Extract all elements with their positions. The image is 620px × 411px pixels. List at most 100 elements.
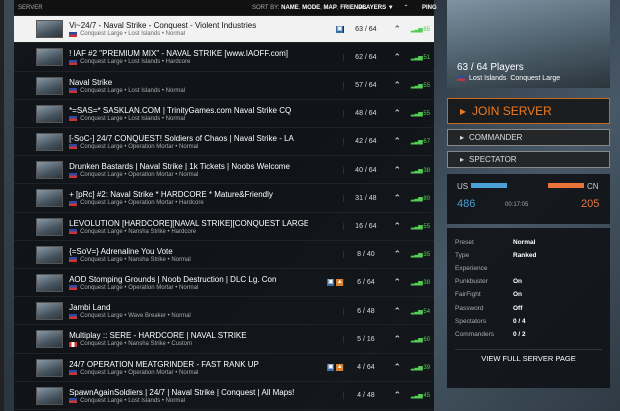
country-flag-icon bbox=[69, 59, 78, 65]
country-flag-icon bbox=[69, 116, 78, 122]
server-list: SERVER SORT BY: NAME, MODE, MAP, FRIENDS… bbox=[0, 0, 437, 411]
server-text: Naval Strike Conquest Large • Lost Islan… bbox=[63, 78, 308, 94]
server-row[interactable]: 24/7 OPERATION MEATGRINDER - FAST RANK U… bbox=[14, 354, 434, 382]
server-name: Jambi Land bbox=[69, 303, 111, 313]
signal-bars-icon: ▂▃▅ bbox=[410, 308, 423, 315]
server-name: *=SAS=* SASKLAN.COM | TrinityGames.com N… bbox=[69, 105, 292, 115]
join-server-label: JOIN SERVER bbox=[472, 104, 552, 118]
ping-column-header[interactable]: PING bbox=[416, 5, 437, 11]
server-name: Multiplay :: SERE - HARDCORE | NAVAL STR… bbox=[69, 331, 247, 341]
server-details: Conquest Large • Lost Islands • Normal bbox=[80, 115, 185, 122]
server-name: Naval Strike bbox=[69, 77, 113, 87]
signal-bars-icon: ▂▃▅ bbox=[410, 111, 423, 118]
ping: ▂▃▅ 35 bbox=[407, 251, 434, 258]
server-details: Conquest Large • Lost Islands • Normal bbox=[80, 397, 185, 404]
server-subtitle: Conquest Large • Lost Islands • Normal bbox=[69, 31, 308, 37]
server-row[interactable]: [-SoC-] 24/7 CONQUEST! Soldiers of Chaos… bbox=[14, 129, 434, 157]
join-server-button[interactable]: ▸ JOIN SERVER bbox=[447, 98, 610, 124]
country-flag-icon bbox=[69, 229, 78, 235]
team1-ticket-bar bbox=[471, 183, 507, 188]
player-count: 42 / 64 bbox=[343, 138, 387, 146]
team2-label: CN bbox=[587, 182, 599, 191]
scrollbar[interactable] bbox=[0, 0, 4, 411]
info-key: FairFight bbox=[455, 291, 481, 299]
players-column-header[interactable]: PLAYERS ▼ bbox=[356, 5, 396, 11]
player-count: 40 / 64 bbox=[343, 166, 387, 174]
server-row[interactable]: + [pRc] #2: Naval Strike * HARDCORE * Ma… bbox=[14, 185, 434, 213]
info-key: Preset bbox=[455, 239, 474, 247]
ping: ▂▃▅ 39 bbox=[407, 364, 434, 371]
sort-controls: SORT BY: NAME, MODE, MAP, FRIENDS bbox=[252, 4, 367, 11]
country-flag-icon bbox=[69, 144, 78, 150]
spectator-button[interactable]: ▸ SPECTATOR bbox=[447, 151, 610, 168]
player-count: 6 / 48 bbox=[343, 307, 387, 315]
server-details: Conquest Large • Lost Islands • Hardcore bbox=[80, 59, 191, 66]
signal-bars-icon: ▂▃▅ bbox=[410, 54, 423, 61]
player-count: 62 / 64 bbox=[343, 53, 387, 61]
server-name: Vi~24/7 - Naval Strike - Conquest - Viol… bbox=[69, 21, 257, 31]
info-row: Punkbuster On bbox=[455, 275, 602, 288]
server-name: Drunken Bastards | Naval Strike | 1k Tic… bbox=[69, 162, 290, 172]
server-setting-icon: ▣ bbox=[336, 25, 344, 33]
map-thumbnail bbox=[36, 273, 64, 292]
map-thumbnail bbox=[36, 302, 64, 321]
ping-value: 39 bbox=[423, 365, 431, 372]
server-subtitle: Conquest Large • Operation Mortar • Norm… bbox=[69, 370, 308, 376]
server-row[interactable]: Drunken Bastards | Naval Strike | 1k Tic… bbox=[14, 157, 434, 185]
server-row[interactable]: ! IAF #2 "PREMIUM MIX" - NAVAL STRIKE [w… bbox=[14, 44, 434, 72]
server-row[interactable]: Naval Strike Conquest Large • Lost Islan… bbox=[14, 72, 434, 100]
rank-chevron-icon: ⌃ bbox=[393, 390, 401, 401]
server-details: Conquest Large • Nansha Strike • Normal bbox=[80, 256, 191, 263]
commander-button[interactable]: ▸ COMMANDER bbox=[447, 129, 610, 146]
server-name: [-SoC-] 24/7 CONQUEST! Soldiers of Chaos… bbox=[69, 133, 294, 143]
server-subtitle: Conquest Large • Lost Islands • Hardcore bbox=[69, 59, 308, 65]
server-details: Conquest Large • Operation Mortar • Norm… bbox=[80, 172, 199, 179]
sort-mode[interactable]: MODE bbox=[302, 5, 320, 11]
server-row[interactable]: Multiplay :: SERE - HARDCORE | NAVAL STR… bbox=[14, 326, 434, 354]
server-details: Conquest Large • Operation Mortar • Norm… bbox=[80, 369, 199, 376]
map-thumbnail bbox=[36, 132, 64, 151]
server-subtitle: Conquest Large • Lost Islands • Normal bbox=[69, 88, 308, 94]
play-icon: ▸ bbox=[460, 104, 467, 118]
list-header: SERVER SORT BY: NAME, MODE, MAP, FRIENDS… bbox=[14, 0, 437, 16]
server-row[interactable]: LEVOLUTION [HARDCORE][NAVAL STRIKE][CONQ… bbox=[14, 213, 434, 241]
server-name: ! IAF #2 "PREMIUM MIX" - NAVAL STRIKE [w… bbox=[69, 49, 288, 59]
server-subtitle: Conquest Large • Operation Mortar • Norm… bbox=[69, 172, 308, 178]
server-row[interactable]: AOD Stomping Grounds | Noob Destruction … bbox=[14, 270, 434, 298]
ping: ▂▃▅ 55 bbox=[407, 82, 434, 89]
server-subtitle: Conquest Large • Operation Mortar • Norm… bbox=[69, 144, 308, 150]
server-row[interactable]: Vi~24/7 - Naval Strike - Conquest - Viol… bbox=[14, 16, 434, 44]
info-value: On bbox=[513, 278, 523, 286]
sort-map[interactable]: MAP bbox=[324, 5, 337, 11]
rank-column-icon[interactable]: ⌃ bbox=[396, 4, 416, 11]
server-row[interactable]: {=SoV=} Adrenaline You Vote Conquest Lar… bbox=[14, 242, 434, 269]
ping-value: 60 bbox=[423, 336, 431, 343]
signal-bars-icon: ▂▃▅ bbox=[410, 280, 423, 287]
team2-score: 205 bbox=[581, 198, 600, 210]
round-clock: 00:17:05 bbox=[505, 202, 529, 208]
rank-chevron-icon: ⌃ bbox=[393, 192, 401, 203]
server-row[interactable]: Jambi Land Conquest Large • Wave Breaker… bbox=[14, 298, 434, 326]
player-count: 63 / 64 bbox=[343, 25, 387, 33]
info-row: Preset Normal bbox=[455, 236, 602, 249]
server-row[interactable]: *=SAS=* SASKLAN.COM | TrinityGames.com N… bbox=[14, 101, 434, 128]
country-flag-icon bbox=[69, 31, 78, 37]
server-details: Conquest Large • Lost Islands • Normal bbox=[80, 31, 185, 38]
server-text: {=SoV=} Adrenaline You Vote Conquest Lar… bbox=[63, 247, 308, 263]
server-row[interactable]: SpawnAgainSoldiers | 24/7 | Naval Strike… bbox=[14, 383, 434, 410]
info-row: Type Ranked bbox=[455, 249, 602, 262]
ping-value: 55 bbox=[423, 224, 431, 231]
rank-chevron-icon: ⌃ bbox=[393, 305, 401, 316]
sort-name[interactable]: NAME bbox=[281, 5, 299, 11]
ping: ▂▃▅ 85 bbox=[407, 26, 434, 33]
view-full-server-page-button[interactable]: VIEW FULL SERVER PAGE bbox=[455, 348, 602, 367]
ping: ▂▃▅ 38 bbox=[407, 167, 434, 174]
signal-bars-icon: ▂▃▅ bbox=[410, 139, 423, 146]
server-icons: ▣ bbox=[316, 25, 344, 33]
info-key: Spectators bbox=[455, 317, 487, 325]
ping-value: 55 bbox=[423, 83, 431, 90]
us-flag-icon bbox=[457, 76, 465, 81]
server-subtitle: Conquest Large • Nansha Strike • Custom bbox=[69, 341, 308, 347]
rank-chevron-icon: ⌃ bbox=[393, 164, 401, 175]
country-flag-icon bbox=[69, 313, 78, 319]
